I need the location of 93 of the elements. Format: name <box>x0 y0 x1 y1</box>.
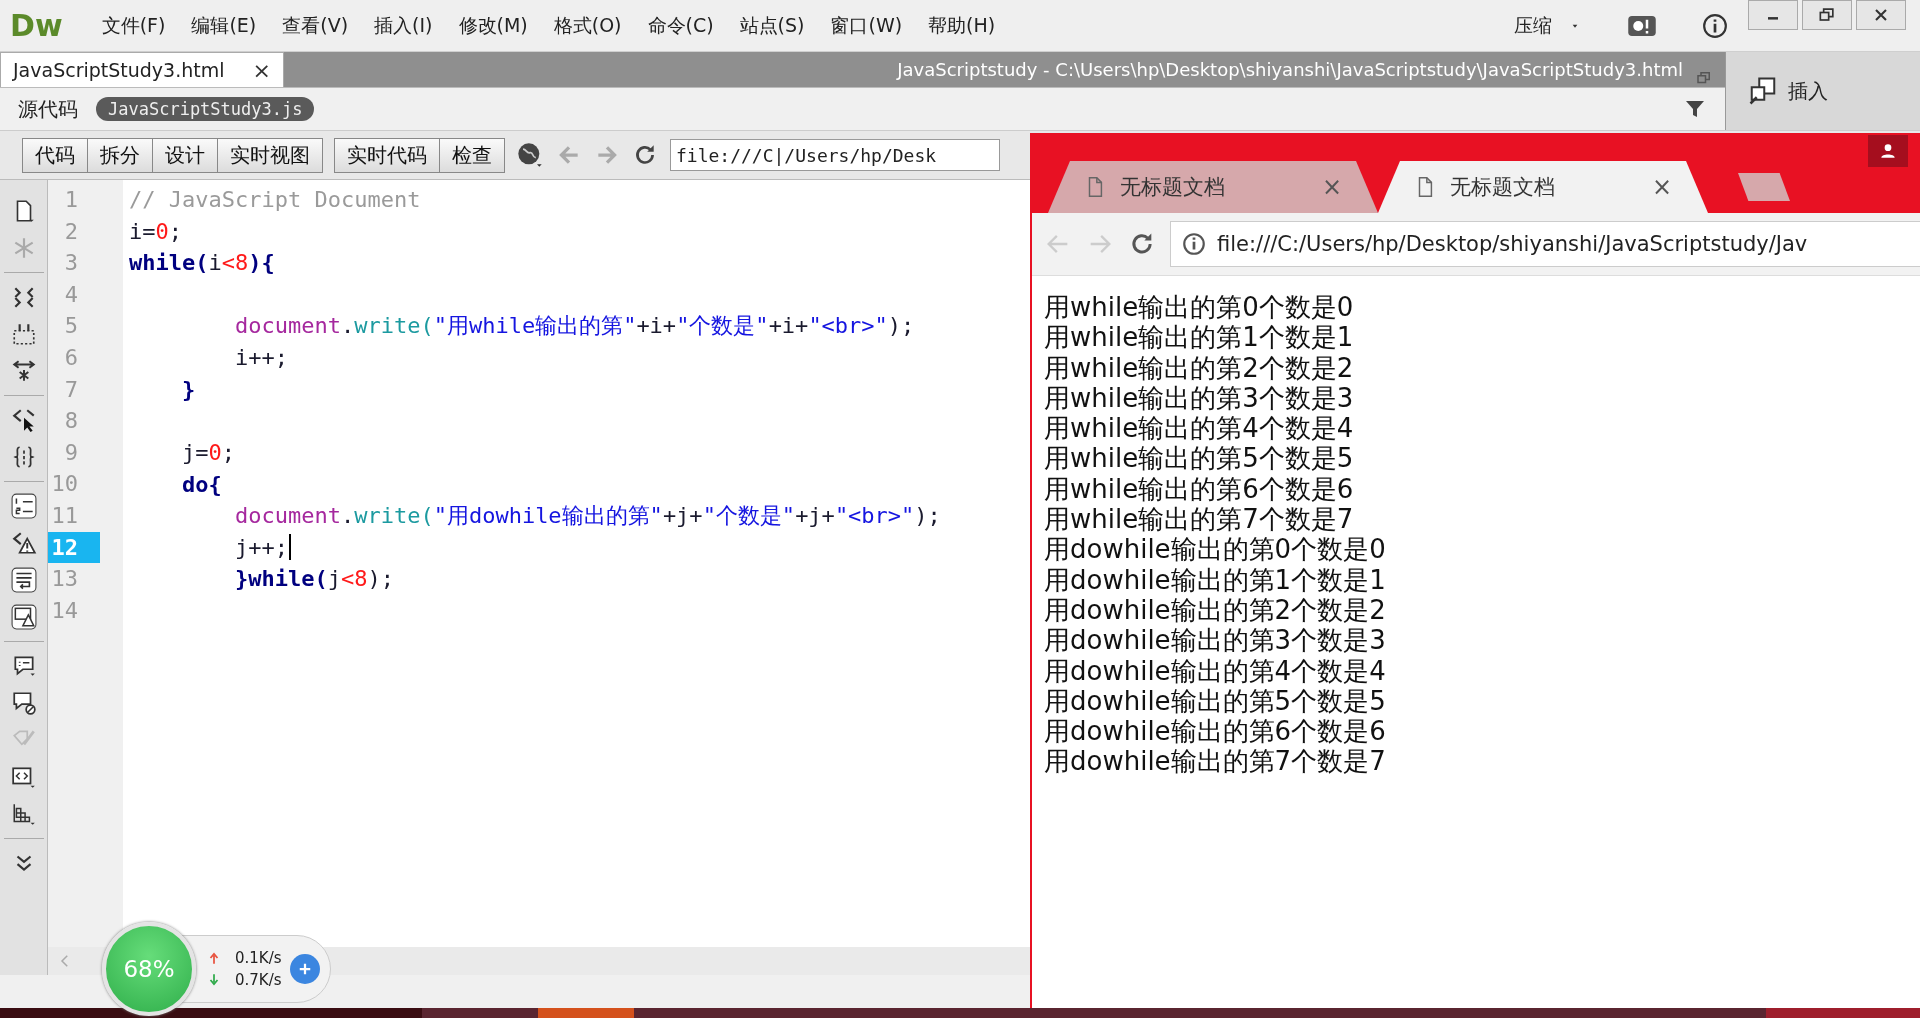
pointer-tag-icon[interactable] <box>10 407 37 433</box>
menu-item[interactable]: 窗口(W) <box>817 12 916 39</box>
restore-button[interactable] <box>1802 0 1852 30</box>
dashed-selection-icon[interactable] <box>10 321 37 347</box>
profile-button[interactable] <box>1868 135 1908 167</box>
line-number: 4 <box>63 280 79 309</box>
output-line: 用while输出的第4个数是4 <box>1044 413 1354 444</box>
output-line: 用while输出的第1个数是1 <box>1044 322 1354 353</box>
toolbar-button[interactable]: 检查 <box>439 137 505 173</box>
view-button[interactable]: 代码 <box>22 137 88 173</box>
output-line: 用while输出的第3个数是3 <box>1044 382 1354 414</box>
usage-percent: 68% <box>123 956 175 982</box>
code-line: } <box>180 376 196 402</box>
document-tab[interactable]: JavaScriptStudy3.html × <box>0 52 284 87</box>
download-speed: 0.7K/s <box>235 971 282 989</box>
info-icon <box>1181 231 1207 257</box>
menu-item[interactable]: 命令(C) <box>634 12 727 39</box>
line-number: 3 <box>63 249 79 278</box>
download-arrow-icon <box>207 973 221 987</box>
line-number: 13 <box>50 565 79 594</box>
view-button[interactable]: 设计 <box>152 137 218 173</box>
output-line: 用dowhile输出的第5个数是5 <box>1044 685 1386 717</box>
menu-item[interactable]: 格式(O) <box>540 12 635 39</box>
numbered-lines-icon[interactable] <box>10 493 37 519</box>
output-line: 用while输出的第7个数是7 <box>1044 504 1354 535</box>
code-line: i=0; <box>129 218 182 244</box>
line-number: 7 <box>63 375 79 404</box>
output-line: 用while输出的第5个数是5 <box>1044 443 1354 474</box>
output-line: 用dowhile输出的第4个数是4 <box>1044 655 1386 686</box>
line-number: 12 <box>48 531 100 564</box>
line-number: 10 <box>50 470 79 499</box>
output-line: 用while输出的第6个数是6 <box>1044 473 1354 505</box>
url-field[interactable]: file:///C:/Users/hp/Desktop/shiyanshi/JavaScriptstudy/Jav <box>1170 221 1920 267</box>
menu-item[interactable]: 编辑(E) <box>178 12 270 39</box>
bar-grid-icon[interactable] <box>10 801 37 827</box>
close-button[interactable] <box>1856 0 1906 30</box>
view-button[interactable]: 拆分 <box>87 137 153 173</box>
output-line: 用dowhile输出的第1个数是1 <box>1044 564 1386 595</box>
code-line: while(i<8){ <box>129 250 275 276</box>
menu-item[interactable]: 帮助(H) <box>915 12 1009 39</box>
menu-item[interactable]: 文件(F) <box>88 12 179 39</box>
line-number: 9 <box>63 438 79 467</box>
source-code-label[interactable]: 源代码 <box>18 95 78 123</box>
output-line: 用while输出的第2个数是2 <box>1044 352 1354 383</box>
app-logo: Dw <box>10 8 63 43</box>
line-number: 6 <box>63 343 79 372</box>
insert-panel-label[interactable]: 插入 <box>1788 77 1828 105</box>
insert-blocks-icon[interactable] <box>1748 76 1778 106</box>
line-number: 5 <box>63 312 79 341</box>
menu-item[interactable]: 站点(S) <box>726 12 818 39</box>
line-number: 2 <box>63 217 79 246</box>
line-wrap-icon[interactable] <box>10 567 37 593</box>
output-line: 用while输出的第0个数是0 <box>1044 292 1354 323</box>
menu-item[interactable]: 插入(I) <box>361 12 446 39</box>
code-box-icon[interactable] <box>10 764 37 790</box>
comment-blocked-icon[interactable] <box>10 690 37 716</box>
line-number: 14 <box>50 596 79 625</box>
compress-label[interactable]: 压缩 <box>1514 12 1552 39</box>
line-number: 11 <box>50 501 79 530</box>
address-field[interactable]: file:///C|/Users/hp/Desk <box>670 139 1000 171</box>
expand-arrows-icon[interactable] <box>10 358 37 384</box>
output-line: 用dowhile输出的第7个数是7 <box>1044 746 1386 777</box>
globe-icon[interactable] <box>516 141 544 169</box>
code-line: // JavaScript Document <box>129 187 421 213</box>
output-line: 用dowhile输出的第2个数是2 <box>1044 594 1386 626</box>
code-line: do{ <box>180 471 222 497</box>
browser-tab[interactable]: 无标题文档 × <box>1048 161 1378 213</box>
upload-speed: 0.1K/s <box>235 949 282 967</box>
add-button[interactable] <box>289 954 320 984</box>
output-line: 用dowhile输出的第0个数是0 <box>1044 534 1386 565</box>
file-path: JavaScriptstudy - C:\Users\hp\Desktop\shiyanshi\JavaScriptstudy\JavaScriptStudy3.html <box>895 59 1684 80</box>
menu-item[interactable]: 修改(M) <box>445 12 541 39</box>
tag-warning-icon[interactable] <box>10 530 37 556</box>
toolbar-button[interactable]: 实时代码 <box>334 137 440 173</box>
text-cursor <box>288 534 291 561</box>
code-line: document.write("用dowhile输出的第"+j+"个数是"+j+"<br>"); <box>233 501 941 530</box>
view-button[interactable]: 实时视图 <box>217 137 323 173</box>
code-line: j++; <box>233 534 288 560</box>
menu-item[interactable]: 查看(V) <box>269 12 362 39</box>
line-number: 8 <box>63 407 79 436</box>
screen-warning-icon[interactable] <box>10 604 37 630</box>
code-line: i++; <box>233 345 288 371</box>
browser-tab[interactable]: 无标题文档 × <box>1378 161 1708 213</box>
upload-arrow-icon <box>207 951 221 965</box>
line-number: 1 <box>63 186 79 214</box>
person-icon[interactable] <box>1878 141 1898 161</box>
code-line: j=0; <box>180 440 235 466</box>
info-icon[interactable] <box>1702 12 1728 39</box>
related-file-tab[interactable]: JavaScriptStudy3.js <box>96 97 315 121</box>
code-line: }while(j<8); <box>233 566 394 592</box>
output-line: 用dowhile输出的第3个数是3 <box>1044 625 1386 656</box>
code-line: document.write("用while输出的第"+i+"个数是"+i+"<br>"); <box>233 312 915 341</box>
output-line: 用dowhile输出的第6个数是6 <box>1044 716 1386 747</box>
